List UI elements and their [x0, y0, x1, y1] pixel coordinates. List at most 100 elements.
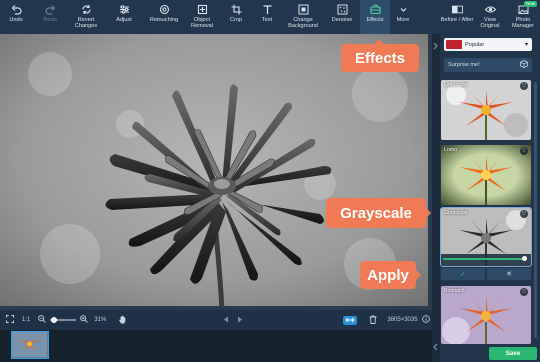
crop-button[interactable]: Crop	[220, 0, 252, 34]
zoom-level: 31%	[94, 317, 107, 323]
surprise-me-button[interactable]: Surprise me!	[444, 58, 532, 72]
info-icon[interactable]	[421, 315, 430, 325]
photo-manager-button[interactable]: Photo Manager New	[506, 0, 540, 34]
save-button[interactable]: Save	[489, 347, 537, 360]
main-toolbar: Undo Redo Revert Changes Adjust Retouchi…	[0, 0, 540, 34]
undo-button[interactable]: Undo	[0, 0, 32, 34]
category-label: Popular	[465, 41, 485, 48]
effect-card[interactable]: Bonnard ♡	[441, 286, 531, 344]
surprise-me-label: Surprise me!	[448, 62, 480, 68]
favorite-heart-icon[interactable]: ♡	[520, 288, 528, 296]
undo-label: Undo	[9, 17, 23, 23]
change-background-label: Change Background	[288, 17, 318, 29]
redo-button[interactable]: Redo	[32, 0, 68, 34]
text-icon	[262, 4, 273, 15]
fit-screen-icon[interactable]	[6, 315, 14, 325]
effect-card-label: Grayscale	[444, 210, 468, 216]
effect-preview-color	[441, 80, 531, 140]
revert-label: Revert Changes	[74, 17, 98, 29]
eye-icon	[484, 4, 496, 15]
new-badge: New	[523, 1, 537, 7]
revert-icon	[81, 4, 92, 15]
zoom-slider[interactable]	[50, 317, 77, 323]
cancel-button[interactable]: ✕	[487, 268, 531, 280]
adjust-label: Adjust	[116, 17, 132, 23]
retouching-button[interactable]: Retouching	[144, 0, 184, 34]
filmstrip-thumbnail[interactable]	[11, 331, 49, 359]
image-dimensions: 3805×3035	[387, 317, 418, 323]
effect-intensity-slider[interactable]	[443, 256, 527, 262]
effects-icon	[369, 4, 381, 15]
panel-scrollbar[interactable]	[534, 82, 537, 338]
photo-manager-label: Photo Manager	[511, 17, 535, 29]
redo-label: Redo	[43, 17, 57, 23]
compare-icon	[451, 4, 463, 15]
retouching-label: Retouching	[149, 17, 179, 23]
intensity-knob[interactable]	[522, 256, 527, 261]
denoise-label: Denoise	[331, 17, 353, 23]
more-button[interactable]: More	[390, 0, 416, 34]
effects-button[interactable]: Effects	[360, 0, 390, 34]
effect-card-label: Bonnard	[444, 288, 464, 294]
eraser-icon	[197, 4, 208, 15]
effect-card-label: Grayscale	[444, 82, 468, 88]
sliders-icon	[119, 4, 130, 15]
undo-icon	[11, 4, 22, 15]
crop-icon	[231, 4, 242, 15]
category-thumbnail	[446, 40, 462, 49]
hand-tool-icon[interactable]	[118, 315, 127, 326]
effect-card[interactable]: Lomo ♡	[441, 145, 531, 205]
favorite-heart-icon[interactable]: ♡	[520, 82, 528, 90]
trash-icon[interactable]	[369, 315, 377, 326]
retouch-icon	[159, 4, 170, 15]
before-after-label: Before / After	[440, 17, 474, 23]
filmstrip	[0, 330, 432, 362]
effect-preview-lomo	[441, 145, 531, 205]
effects-label: Effects	[366, 17, 384, 23]
effect-card-label: Lomo	[444, 147, 457, 153]
text-button[interactable]: Text	[252, 0, 282, 34]
next-photo-icon[interactable]	[237, 316, 243, 325]
canvas-bottom-bar: 1:1 31% 3805×3035	[0, 310, 432, 330]
actual-size-button[interactable]: 1:1	[22, 317, 30, 323]
background-icon	[298, 4, 309, 15]
compare-toggle-icon[interactable]	[343, 315, 358, 325]
collapse-panel-icon[interactable]	[433, 37, 439, 55]
redo-icon	[44, 4, 56, 15]
object-removal-label: Object Removal	[190, 17, 214, 29]
text-label: Text	[261, 17, 273, 23]
apply-cancel-row: ✓ ✕	[441, 268, 531, 280]
photo-editor-app: Undo Redo Revert Changes Adjust Retouchi…	[0, 0, 540, 362]
effect-preview-bonnard	[441, 286, 531, 344]
dice-icon	[520, 60, 528, 70]
callout-apply: Apply	[360, 261, 421, 289]
collapse-filmstrip-icon[interactable]	[433, 338, 439, 356]
chevron-down-icon	[398, 4, 409, 15]
object-removal-button[interactable]: Object Removal	[184, 0, 220, 34]
apply-button[interactable]: ✓	[441, 268, 485, 280]
more-label: More	[396, 17, 410, 23]
favorite-heart-icon[interactable]: ♡	[520, 147, 528, 155]
crop-label: Crop	[229, 17, 243, 23]
callout-grayscale: Grayscale	[326, 198, 431, 228]
view-original-button[interactable]: View Original	[474, 0, 506, 34]
denoise-button[interactable]: Denoise	[324, 0, 360, 34]
panel-collapse-strip	[432, 34, 440, 362]
previous-photo-icon[interactable]	[223, 316, 229, 325]
adjust-button[interactable]: Adjust	[104, 0, 144, 34]
denoise-icon	[337, 4, 348, 15]
thumbnail-flower-image	[12, 332, 47, 357]
revert-changes-button[interactable]: Revert Changes	[68, 0, 104, 34]
zoom-in-icon[interactable]	[80, 315, 89, 325]
intensity-track	[443, 258, 527, 260]
effect-category-dropdown[interactable]: Popular ▾	[444, 38, 532, 51]
callout-effects: Effects	[341, 39, 419, 72]
chevron-down-icon: ▾	[524, 42, 528, 48]
favorite-heart-icon[interactable]: ♡	[520, 210, 528, 218]
change-background-button[interactable]: Change Background	[282, 0, 324, 34]
before-after-button[interactable]: Before / After	[440, 0, 474, 34]
effect-card[interactable]: Grayscale ♡	[441, 80, 531, 140]
zoom-slider-knob[interactable]	[51, 317, 58, 323]
view-original-label: View Original	[480, 17, 500, 29]
zoom-out-icon[interactable]	[38, 315, 47, 325]
